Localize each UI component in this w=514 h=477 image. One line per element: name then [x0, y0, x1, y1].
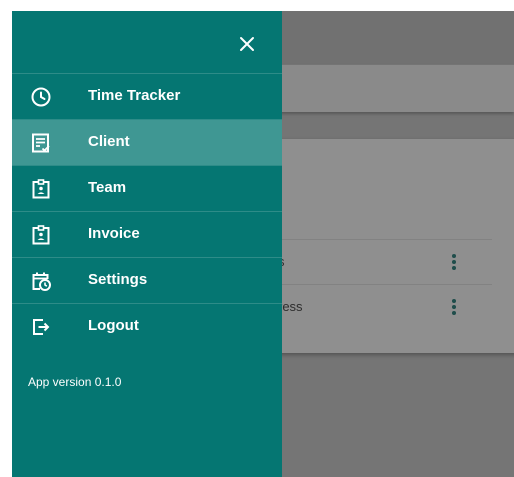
calendar-clock-icon: [30, 270, 52, 292]
menu-item-label: Client: [88, 133, 130, 150]
menu-item-team[interactable]: Team: [12, 165, 282, 211]
clock-icon: [30, 86, 52, 108]
close-icon: [240, 37, 254, 51]
navigation-drawer: Time Tracker Client Team Invoice Setting…: [12, 11, 282, 477]
menu-item-client[interactable]: Client: [12, 119, 282, 165]
menu-item-settings[interactable]: Settings: [12, 257, 282, 303]
more-vert-icon: [452, 299, 456, 317]
menu-item-time-tracker[interactable]: Time Tracker: [12, 73, 282, 119]
menu-item-logout[interactable]: Logout: [12, 303, 282, 349]
menu-item-label: Team: [88, 179, 127, 196]
more-vert-icon: [452, 254, 456, 272]
checklist-icon: [30, 132, 52, 154]
app-screen: s ress Time Tracker: [12, 11, 514, 477]
menu-item-label: Invoice: [88, 225, 140, 242]
app-version-text: App version 0.1.0: [28, 375, 122, 389]
menu-item-label: Logout: [88, 317, 139, 334]
close-drawer-button[interactable]: [236, 33, 258, 55]
menu-item-label: Settings: [88, 271, 148, 288]
drawer-menu: Time Tracker Client Team Invoice Setting…: [12, 73, 282, 349]
menu-item-invoice[interactable]: Invoice: [12, 211, 282, 257]
menu-item-label: Time Tracker: [88, 87, 181, 104]
badge-icon: [30, 178, 52, 200]
badge-icon: [30, 224, 52, 246]
logout-icon: [30, 316, 52, 338]
